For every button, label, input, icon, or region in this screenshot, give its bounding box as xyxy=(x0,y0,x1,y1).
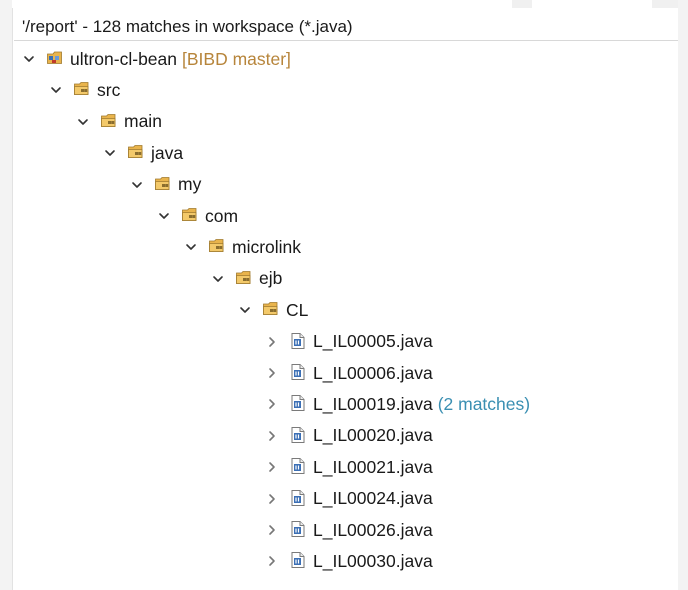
chevron-right-icon[interactable] xyxy=(265,554,279,568)
search-results-header: '/report' - 128 matches in workspace (*.… xyxy=(14,14,678,41)
chevron-right-icon[interactable] xyxy=(265,429,279,443)
top-toolbar-strip xyxy=(12,0,678,8)
tree-item-label: L_IL00019.java xyxy=(313,393,433,414)
java-file-icon xyxy=(289,551,307,569)
toolbar-segment xyxy=(512,0,532,8)
tree-item-label: my xyxy=(178,174,202,195)
java-file-icon xyxy=(289,489,307,507)
tree-item[interactable]: main xyxy=(76,107,162,137)
chevron-down-icon[interactable] xyxy=(184,240,198,254)
tree-item-label: java xyxy=(151,142,184,163)
search-results-tree[interactable]: ultron-cl-bean [BIBD master] src main java my… xyxy=(14,42,678,590)
tree-item[interactable]: L_IL00021.java xyxy=(265,452,433,482)
chevron-right-icon[interactable] xyxy=(265,492,279,506)
tree-item[interactable]: my xyxy=(130,170,201,200)
tree-item-label: L_IL00026.java xyxy=(313,519,433,540)
tree-item-label: L_IL00021.java xyxy=(313,456,433,477)
java-file-icon xyxy=(289,363,307,381)
repository-branch-label: [BIBD master] xyxy=(182,48,291,69)
chevron-right-icon[interactable] xyxy=(265,366,279,380)
package-folder-icon xyxy=(208,237,226,255)
toolbar-segment xyxy=(652,0,678,8)
tree-item-label: L_IL00024.java xyxy=(313,488,433,509)
right-frame-edge xyxy=(678,0,688,590)
tree-item-label: microlink xyxy=(232,236,302,257)
tree-item[interactable]: L_IL00024.java xyxy=(265,484,433,514)
chevron-down-icon[interactable] xyxy=(157,209,171,223)
chevron-right-icon[interactable] xyxy=(265,523,279,537)
tree-item[interactable]: microlink xyxy=(184,232,301,262)
java-file-icon xyxy=(289,394,307,412)
package-folder-icon xyxy=(262,300,280,318)
tree-item[interactable]: L_IL00006.java xyxy=(265,358,433,388)
chevron-down-icon[interactable] xyxy=(76,115,90,129)
project-icon xyxy=(46,49,64,67)
java-file-icon xyxy=(289,457,307,475)
tree-item-label: ultron-cl-bean xyxy=(70,48,177,69)
tree-item[interactable]: L_IL00030.java xyxy=(265,546,433,576)
tree-item-label: L_IL00020.java xyxy=(313,425,433,446)
tree-item[interactable]: src xyxy=(49,75,120,105)
java-file-icon xyxy=(289,332,307,350)
tree-item[interactable]: ejb xyxy=(211,264,282,294)
chevron-down-icon[interactable] xyxy=(130,178,144,192)
tree-item[interactable]: java xyxy=(103,138,183,168)
tree-item[interactable]: L_IL00026.java xyxy=(265,515,433,545)
chevron-right-icon[interactable] xyxy=(265,335,279,349)
chevron-down-icon[interactable] xyxy=(22,52,36,66)
tree-item-label: L_IL00006.java xyxy=(313,362,433,383)
tree-item-label: src xyxy=(97,79,121,100)
tree-item-label: com xyxy=(205,205,239,226)
package-folder-icon xyxy=(235,269,253,287)
tree-item[interactable]: L_IL00005.java xyxy=(265,327,433,357)
chevron-right-icon[interactable] xyxy=(265,460,279,474)
tree-item[interactable]: L_IL00019.java (2 matches) xyxy=(265,389,530,419)
chevron-down-icon[interactable] xyxy=(238,303,252,317)
java-file-icon xyxy=(289,426,307,444)
match-count-label: (2 matches) xyxy=(437,393,531,414)
chevron-down-icon[interactable] xyxy=(49,83,63,97)
chevron-right-icon[interactable] xyxy=(265,397,279,411)
tree-item-label: CL xyxy=(286,299,309,320)
tree-item[interactable]: L_IL00020.java xyxy=(265,421,433,451)
chevron-down-icon[interactable] xyxy=(211,272,225,286)
chevron-down-icon[interactable] xyxy=(103,146,117,160)
java-file-icon xyxy=(289,520,307,538)
tree-item[interactable]: CL xyxy=(238,295,308,325)
left-frame-edge xyxy=(0,0,13,590)
tree-item-label: L_IL00030.java xyxy=(313,550,433,571)
search-results-summary: '/report' - 128 matches in workspace (*.… xyxy=(22,17,353,36)
package-folder-icon xyxy=(181,206,199,224)
package-folder-icon xyxy=(127,143,145,161)
tree-item-label: ejb xyxy=(259,268,283,289)
package-folder-icon xyxy=(73,80,91,98)
tree-item-label: main xyxy=(124,111,162,132)
package-folder-icon xyxy=(154,175,172,193)
tree-item-label: L_IL00005.java xyxy=(313,331,433,352)
tree-item[interactable]: ultron-cl-bean [BIBD master] xyxy=(22,44,291,74)
package-folder-icon xyxy=(100,112,118,130)
tree-item[interactable]: com xyxy=(157,201,238,231)
